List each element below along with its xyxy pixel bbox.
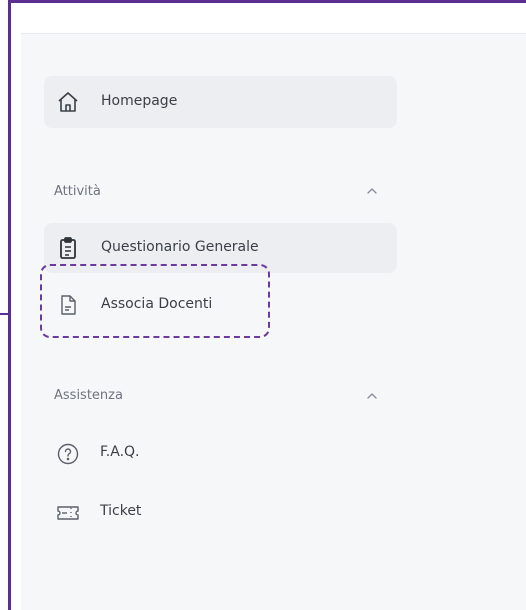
- callout-frame-top: [8, 0, 526, 3]
- section-title-attivita: Attività: [54, 184, 101, 199]
- nav-item-label: F.A.Q.: [100, 444, 140, 460]
- chevron-up-icon[interactable]: [365, 183, 379, 197]
- highlight-box: [40, 264, 270, 338]
- nav-item-label: Ticket: [100, 503, 142, 519]
- section-title-assistenza: Assistenza: [54, 388, 123, 403]
- nav-item-ticket[interactable]: Ticket: [44, 488, 244, 536]
- sidebar-header: [21, 3, 526, 34]
- nav-item-label: Questionario Generale: [101, 239, 259, 255]
- nav-item-homepage[interactable]: Homepage: [44, 76, 397, 128]
- chevron-up-icon[interactable]: [365, 388, 379, 402]
- nav-item-faq[interactable]: F.A.Q.: [44, 429, 244, 477]
- clipboard-icon: [56, 236, 80, 260]
- page: Homepage Attività Questionario Generale: [0, 0, 526, 610]
- home-icon: [56, 90, 80, 114]
- nav-item-label: Homepage: [101, 93, 178, 109]
- help-circle-icon: [56, 442, 80, 466]
- callout-connector: [0, 313, 11, 315]
- ticket-icon: [56, 501, 80, 525]
- callout-frame-left: [8, 0, 11, 610]
